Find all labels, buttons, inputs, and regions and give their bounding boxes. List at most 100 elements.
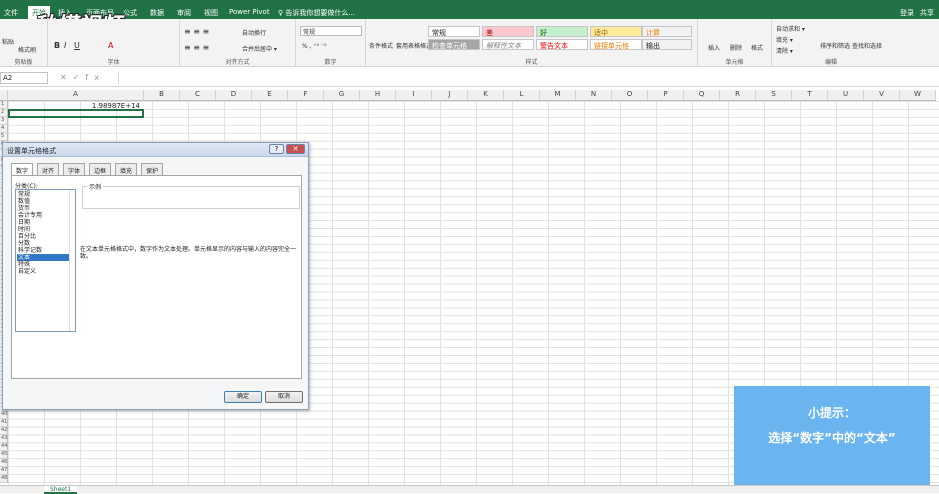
column-header-e[interactable]: E: [252, 90, 288, 101]
tab-border[interactable]: 边框: [89, 163, 112, 175]
style-normal[interactable]: 常规: [428, 26, 480, 37]
align-center-icon[interactable]: ≡ ≡ ≡: [184, 43, 209, 52]
category-item[interactable]: 货币: [17, 205, 69, 212]
tab-power-pivot[interactable]: Power Pivot: [229, 8, 270, 16]
category-item[interactable]: 特殊: [17, 261, 69, 268]
category-item[interactable]: 数值: [17, 198, 69, 205]
row-header-4[interactable]: 4: [0, 124, 8, 133]
tab-alignment[interactable]: 对齐: [37, 163, 60, 175]
row-header-47[interactable]: 47: [0, 466, 8, 475]
wrap-text-button[interactable]: 自动换行: [242, 28, 266, 37]
name-box[interactable]: A2: [0, 72, 48, 84]
column-header-h[interactable]: H: [360, 90, 396, 101]
style-explanatory[interactable]: 解释性文本: [482, 39, 534, 50]
style-output[interactable]: 输出: [642, 39, 692, 50]
category-item[interactable]: 文本: [17, 254, 69, 261]
row-header-3[interactable]: 3: [0, 116, 8, 125]
column-header-r[interactable]: R: [720, 90, 756, 101]
row-header-5[interactable]: 5: [0, 132, 8, 141]
tab-font[interactable]: 字体: [63, 163, 86, 175]
column-header-o[interactable]: O: [612, 90, 648, 101]
fill-button[interactable]: 填充 ▾: [776, 35, 793, 44]
column-header-u[interactable]: U: [828, 90, 864, 101]
category-list[interactable]: 常规 数值 货币 会计专用 日期 时间 百分比 分数 科学记数 文本 特殊 自定义: [15, 189, 76, 332]
align-top-icon[interactable]: ≡ ≡ ≡: [184, 27, 209, 36]
column-header-m[interactable]: M: [540, 90, 576, 101]
column-header-l[interactable]: L: [504, 90, 540, 101]
category-item[interactable]: 百分比: [17, 233, 69, 240]
clear-button[interactable]: 清除 ▾: [776, 46, 793, 55]
select-all-corner[interactable]: [0, 90, 8, 101]
category-item[interactable]: 自定义: [17, 268, 69, 275]
column-header-v[interactable]: V: [864, 90, 900, 101]
tab-formulas[interactable]: 公式: [123, 8, 137, 18]
style-neutral[interactable]: 适中: [590, 26, 642, 37]
tab-fill[interactable]: 填充: [115, 163, 138, 175]
merge-center-button[interactable]: 合并后居中 ▾: [242, 44, 277, 53]
style-bad[interactable]: 差: [482, 26, 534, 37]
column-header-f[interactable]: F: [288, 90, 324, 101]
help-icon[interactable]: ?: [269, 144, 284, 154]
category-item[interactable]: 常规: [17, 191, 69, 198]
row-header-43[interactable]: 43: [0, 434, 8, 443]
formula-input[interactable]: [118, 72, 939, 84]
tell-me-search[interactable]: ♀ 告诉我你想要做什么...: [278, 8, 355, 18]
delete-cells-button[interactable]: 删除: [730, 43, 742, 52]
find-select-button[interactable]: 查找和选择: [852, 41, 882, 50]
column-header-w[interactable]: W: [900, 90, 936, 101]
close-icon[interactable]: ✕: [286, 144, 305, 154]
column-header-n[interactable]: N: [576, 90, 612, 101]
paste-button[interactable]: 粘贴: [2, 37, 14, 46]
format-cells-button[interactable]: 格式: [751, 43, 763, 52]
row-header-2[interactable]: 2: [0, 108, 8, 117]
row-header-46[interactable]: 46: [0, 458, 8, 467]
table-format-button[interactable]: 套用表格格式: [396, 41, 432, 50]
login-link[interactable]: 登录: [900, 8, 914, 18]
column-header-d[interactable]: D: [216, 90, 252, 101]
category-item[interactable]: 时间: [17, 226, 69, 233]
column-header-a[interactable]: A: [8, 90, 144, 101]
insert-cells-button[interactable]: 插入: [708, 43, 720, 52]
row-header-40[interactable]: 40: [0, 411, 8, 419]
underline-button[interactable]: U: [74, 41, 80, 50]
tab-protection[interactable]: 保护: [141, 163, 164, 175]
column-header-k[interactable]: K: [468, 90, 504, 101]
row-header-41[interactable]: 41: [0, 419, 8, 427]
column-header-c[interactable]: C: [180, 90, 216, 101]
ok-button[interactable]: 确定: [224, 391, 262, 403]
fx-icon[interactable]: ✕✓fx: [60, 73, 105, 82]
row-header-45[interactable]: 45: [0, 450, 8, 459]
column-header-j[interactable]: J: [432, 90, 468, 101]
category-item[interactable]: 分数: [17, 240, 69, 247]
category-scrollbar[interactable]: [69, 190, 75, 331]
row-header-44[interactable]: 44: [0, 442, 8, 451]
conditional-format-button[interactable]: 条件格式: [369, 41, 393, 50]
selected-cell-a2[interactable]: [8, 109, 144, 118]
category-item[interactable]: 日期: [17, 219, 69, 226]
cancel-button[interactable]: 取消: [265, 391, 303, 403]
column-header-q[interactable]: Q: [684, 90, 720, 101]
column-header-t[interactable]: T: [792, 90, 828, 101]
style-linked-cell[interactable]: 链接单元格: [590, 39, 642, 50]
column-header-g[interactable]: G: [324, 90, 360, 101]
format-painter-button[interactable]: 格式刷: [18, 45, 36, 54]
category-item[interactable]: 会计专用: [17, 212, 69, 219]
style-check-cell[interactable]: 检查单元格: [428, 39, 480, 50]
font-color-icon[interactable]: A: [108, 41, 113, 50]
italic-button[interactable]: I: [64, 41, 66, 50]
tab-data[interactable]: 数据: [150, 8, 164, 18]
sort-filter-button[interactable]: 排序和筛选: [820, 41, 850, 50]
tab-view[interactable]: 视图: [204, 8, 218, 18]
number-format-dropdown[interactable]: 常规: [300, 26, 362, 36]
tab-file[interactable]: 文件: [4, 8, 18, 18]
style-calculation[interactable]: 计算: [642, 26, 692, 37]
row-header-42[interactable]: 42: [0, 426, 8, 435]
column-header-i[interactable]: I: [396, 90, 432, 101]
category-item[interactable]: 科学记数: [17, 247, 69, 254]
tab-review[interactable]: 审阅: [177, 8, 191, 18]
share-button[interactable]: 共享: [920, 8, 934, 18]
column-header-s[interactable]: S: [756, 90, 792, 101]
bold-button[interactable]: B: [54, 41, 60, 50]
style-warning[interactable]: 警告文本: [536, 39, 588, 50]
autosum-button[interactable]: 自动求和 ▾: [776, 24, 805, 33]
